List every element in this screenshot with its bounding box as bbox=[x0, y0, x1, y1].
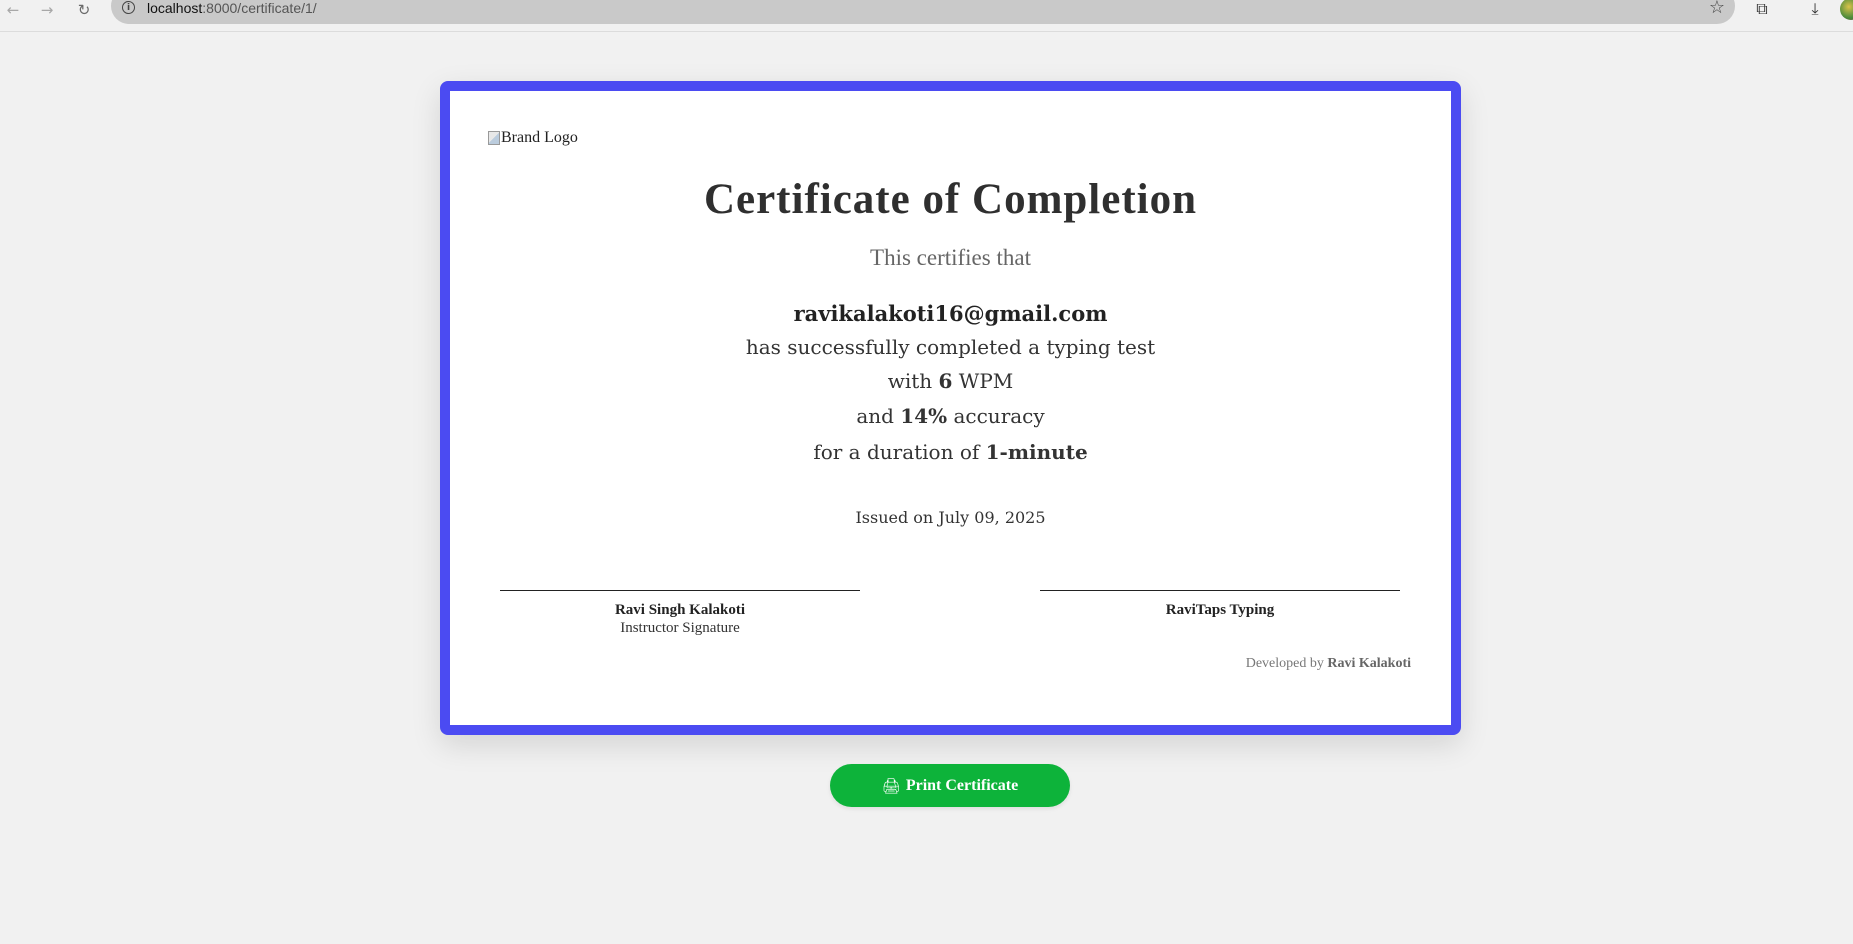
url-text[interactable]: localhost:8000/certificate/1/ bbox=[147, 0, 317, 16]
instructor-role: Instructor Signature bbox=[620, 620, 740, 636]
wpm-suffix: WPM bbox=[958, 369, 1014, 393]
recipient-email: ravikalakoti16@gmail.com bbox=[793, 301, 1108, 326]
url-host: localhost bbox=[147, 0, 203, 16]
duration-value: 1-minute bbox=[985, 440, 1088, 464]
accuracy-prefix: and bbox=[856, 404, 894, 428]
print-button-label: Print Certificate bbox=[905, 776, 1019, 794]
issued-date: Issued on July 09, 2025 bbox=[855, 508, 1046, 527]
signature-line bbox=[500, 590, 860, 591]
browser-toolbar: ← → ↻ i localhost:8000/certificate/1/ ☆ … bbox=[0, 0, 1853, 32]
broken-image-icon bbox=[488, 131, 500, 145]
info-icon[interactable]: i bbox=[122, 1, 135, 14]
duration-prefix: for a duration of bbox=[813, 440, 980, 464]
url-path: :8000/certificate/1/ bbox=[202, 0, 317, 16]
reload-icon[interactable]: ↻ bbox=[71, 0, 97, 20]
duration-line: for a duration of 1-minute bbox=[450, 440, 1451, 464]
wpm-value: 6 bbox=[938, 369, 953, 393]
accuracy-suffix: accuracy bbox=[953, 404, 1045, 428]
back-icon[interactable]: ← bbox=[0, 0, 26, 20]
accuracy-value: 14% bbox=[900, 404, 948, 428]
developer-credit-prefix: Developed by bbox=[1245, 656, 1324, 671]
profile-avatar[interactable] bbox=[1840, 0, 1853, 20]
address-bar[interactable]: i localhost:8000/certificate/1/ ☆ bbox=[111, 0, 1735, 24]
certificate-card: Brand Logo Certificate of Completion Thi… bbox=[440, 81, 1461, 735]
accuracy-line: and 14% accuracy bbox=[450, 404, 1451, 428]
developer-credit: Developed by Ravi Kalakoti bbox=[1246, 656, 1411, 672]
developer-name: Ravi Kalakoti bbox=[1327, 656, 1411, 671]
certificate-title: Certificate of Completion bbox=[703, 176, 1198, 223]
printer-icon: 🖨 bbox=[881, 776, 901, 795]
print-certificate-button[interactable]: 🖨 Print Certificate bbox=[830, 764, 1070, 807]
instructor-name: Ravi Singh Kalakoti bbox=[614, 602, 746, 618]
wpm-prefix: with bbox=[887, 369, 933, 393]
download-icon[interactable]: ⤓ bbox=[1804, 0, 1826, 20]
forward-icon[interactable]: → bbox=[34, 0, 60, 20]
organization-name: RaviTaps Typing bbox=[1165, 602, 1275, 618]
instructor-signature-block: Ravi Singh Kalakoti Instructor Signature bbox=[500, 590, 860, 637]
extensions-icon[interactable]: ⧉ bbox=[1751, 0, 1773, 20]
signature-line bbox=[1040, 590, 1400, 591]
wpm-line: with 6 WPM bbox=[450, 369, 1451, 393]
completion-line: has successfully completed a typing test bbox=[745, 335, 1156, 359]
star-icon[interactable]: ☆ bbox=[1709, 0, 1725, 18]
brand-logo-alt: Brand Logo bbox=[501, 129, 578, 146]
brand-logo: Brand Logo bbox=[488, 129, 578, 147]
certificate-subtitle: This certifies that bbox=[870, 245, 1031, 270]
organization-signature-block: RaviTaps Typing bbox=[1040, 590, 1400, 619]
